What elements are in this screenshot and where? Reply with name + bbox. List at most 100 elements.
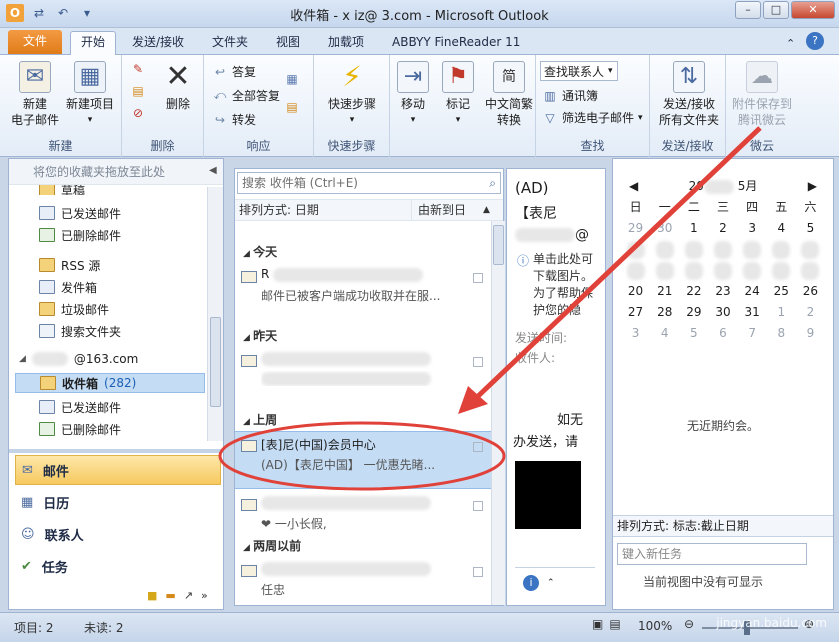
calendar-day-hidden[interactable] [621, 261, 650, 280]
flag-icon[interactable] [473, 442, 483, 452]
new-items-button[interactable]: ▦ 新建项目 ▾ [62, 61, 118, 128]
calendar-day[interactable]: 25 [767, 282, 796, 300]
folder-deleted[interactable]: 已删除邮件 [39, 225, 121, 245]
account-header[interactable]: ◢ @163.com [19, 349, 138, 369]
address-book-button[interactable]: ▥ 通讯簿 [542, 87, 598, 104]
find-contact-input[interactable]: 查找联系人 ▾ [540, 61, 618, 81]
next-month-icon[interactable]: ▶ [808, 179, 817, 193]
calendar-day[interactable]: 9 [796, 324, 825, 342]
calendar-day-hidden[interactable] [767, 261, 796, 280]
flag-icon[interactable] [473, 357, 483, 367]
list-item[interactable]: 任忠 [235, 557, 491, 615]
scroll-thumb[interactable] [210, 317, 221, 407]
calendar-day[interactable]: 29 [621, 219, 650, 237]
new-task-input[interactable]: 键入新任务 [617, 543, 807, 565]
download-pictures-info[interactable]: ⓘ 单击此处可下载图片。为了帮助保护您的隐 [517, 251, 595, 319]
people-pane[interactable]: i ⌃ [515, 567, 595, 597]
minimize-button[interactable]: – [735, 1, 761, 19]
group-header-two-weeks[interactable]: ◢ 两周以前 [243, 537, 301, 554]
calendar-day[interactable]: 5 [796, 219, 825, 237]
collapse-nav-icon[interactable]: ◀ [209, 165, 217, 176]
reading-view-icon[interactable]: ▤ [609, 617, 620, 631]
calendar-day[interactable]: 21 [650, 282, 679, 300]
calendar-day[interactable]: 2 [796, 303, 825, 321]
tab-send-receive[interactable]: 发送/接收 [126, 32, 190, 54]
module-mail[interactable]: ✉ 邮件 [15, 455, 221, 485]
meeting-button[interactable]: ▦ [284, 71, 300, 87]
help-icon[interactable]: ? [806, 32, 824, 50]
zoom-level[interactable]: 100% [638, 619, 672, 633]
zoom-out-icon[interactable]: ⊖ [684, 617, 694, 631]
calendar-day[interactable]: 24 [738, 282, 767, 300]
quicksteps-button[interactable]: ⚡ 快速步骤 ▾ [320, 61, 384, 128]
message-list-scrollbar[interactable] [491, 221, 505, 605]
calendar-day[interactable]: 4 [767, 219, 796, 237]
calendar-day[interactable]: 3 [621, 324, 650, 342]
calendar-day[interactable]: 6 [708, 324, 737, 342]
folder-drafts[interactable]: 草稿 [39, 185, 85, 195]
ignore-button[interactable]: ✎ [130, 61, 146, 77]
calendar-day-hidden[interactable] [796, 240, 825, 259]
reply-button[interactable]: ↩ 答复 [212, 63, 256, 80]
nav-scrollbar[interactable] [207, 187, 223, 441]
tags-button[interactable]: ⚑ 标记 ▾ [438, 61, 478, 128]
folder-rss[interactable]: RSS 源 [39, 255, 100, 275]
module-contacts[interactable]: ☺ 联系人 [15, 519, 221, 549]
flag-icon[interactable] [473, 501, 483, 511]
forward-button[interactable]: ↪ 转发 [212, 111, 256, 128]
task-sort-header[interactable]: 排列方式: 标志:截止日期 [613, 515, 833, 537]
tab-home[interactable]: 开始 [70, 31, 116, 55]
nav-splitter[interactable] [9, 449, 223, 453]
flag-icon[interactable] [473, 567, 483, 577]
tab-abbyy[interactable]: ABBYY FineReader 11 [386, 32, 526, 54]
calendar-day[interactable]: 31 [738, 303, 767, 321]
save-attachment-weiyun-button[interactable]: ☁ 附件保存到 腾讯微云 [728, 61, 796, 128]
expand-people-icon[interactable]: ⌃ [547, 578, 555, 588]
delete-button[interactable]: ✕ 删除 [158, 61, 198, 112]
calendar-day[interactable]: 5 [679, 324, 708, 342]
more-respond-button[interactable]: ▤ [284, 99, 300, 115]
calendar-day[interactable]: 28 [650, 303, 679, 321]
calendar-day[interactable]: 8 [767, 324, 796, 342]
calendar-day[interactable]: 7 [738, 324, 767, 342]
calendar-day-hidden[interactable] [796, 261, 825, 280]
tab-folder[interactable]: 文件夹 [206, 32, 254, 54]
calendar-day[interactable]: 30 [650, 219, 679, 237]
calendar-day-hidden[interactable] [738, 240, 767, 259]
send-receive-all-button[interactable]: ⇅ 发送/接收 所有文件夹 [654, 61, 724, 128]
folder-sent[interactable]: 已发送邮件 [39, 203, 121, 223]
calendar-day-hidden[interactable] [708, 240, 737, 259]
maximize-button[interactable]: □ [763, 1, 789, 19]
folder-inbox[interactable]: 收件箱 (282) [15, 373, 205, 393]
calendar-day[interactable]: 3 [738, 219, 767, 237]
calendar-day[interactable]: 20 [621, 282, 650, 300]
group-header-last-week[interactable]: ◢ 上周 [243, 411, 277, 428]
group-header-today[interactable]: ◢ 今天 [243, 243, 277, 260]
module-tasks[interactable]: ✔ 任务 [15, 551, 221, 581]
folder-search[interactable]: 搜索文件夹 [39, 321, 121, 341]
normal-view-icon[interactable]: ▣ [592, 617, 603, 631]
calendar-day[interactable]: 22 [679, 282, 708, 300]
calendar-day[interactable]: 30 [708, 303, 737, 321]
list-item[interactable]: R 邮件已被客户端成功收取并在服... [235, 263, 491, 321]
calendar-day-hidden[interactable] [650, 261, 679, 280]
chinese-conversion-button[interactable]: 简 中文简繁 转换 [482, 61, 536, 128]
calendar-day-hidden[interactable] [650, 240, 679, 259]
calendar-day-hidden[interactable] [738, 261, 767, 280]
calendar-day[interactable]: 1 [767, 303, 796, 321]
move-button[interactable]: ⇥ 移动 ▾ [394, 61, 432, 128]
tab-file[interactable]: 文件 [8, 30, 62, 54]
calendar-day[interactable]: 2 [708, 219, 737, 237]
new-email-button[interactable]: ✉ 新建 电子邮件 [8, 61, 62, 128]
cleanup-button[interactable]: ▤ [130, 83, 146, 99]
scroll-thumb[interactable] [493, 225, 504, 265]
tab-addins[interactable]: 加载项 [322, 32, 370, 54]
calendar-day-hidden[interactable] [767, 240, 796, 259]
calendar-day-hidden[interactable] [708, 261, 737, 280]
list-item-selected[interactable]: [表]尼(中国)会员中心 (AD)【表尼中国】 一优惠先睹... [235, 431, 491, 489]
flag-icon[interactable] [473, 273, 483, 283]
search-input[interactable]: 搜索 收件箱 (Ctrl+E) ⌕ [237, 172, 501, 194]
folder-list-icon[interactable]: ▬ [165, 589, 175, 602]
shortcuts-icon[interactable]: ↗ [184, 589, 193, 602]
reply-all-button[interactable]: ⤺ 全部答复 [212, 87, 280, 104]
